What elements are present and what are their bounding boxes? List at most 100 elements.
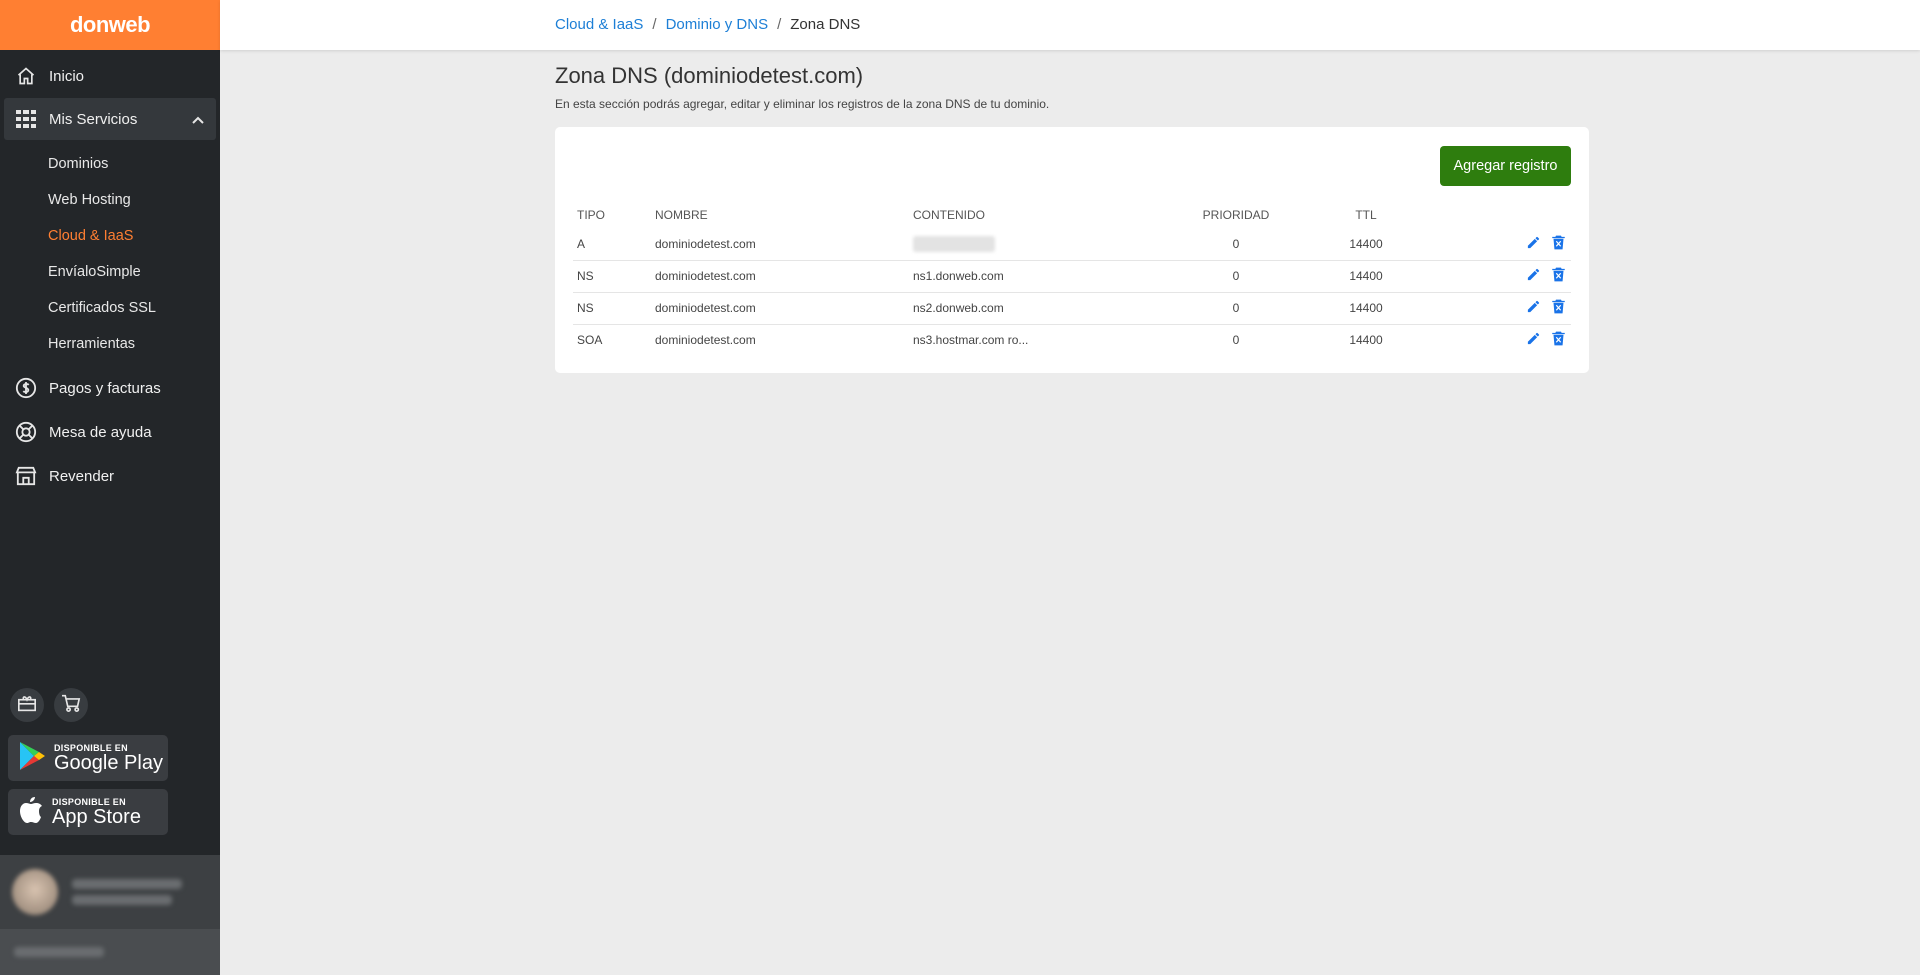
breadcrumb-link-cloud-iaas[interactable]: Cloud & IaaS (555, 16, 643, 33)
sidebar-item-label: Revender (49, 467, 115, 485)
breadcrumb-link-dominio-dns[interactable]: Dominio y DNS (666, 16, 769, 33)
edit-icon[interactable] (1526, 299, 1541, 317)
gift-icon (17, 694, 37, 717)
page-title: Zona DNS (dominiodetest.com) (555, 63, 864, 88)
sidebar: donweb Inicio Mis Servicios Dominios Web… (0, 0, 220, 975)
cell-type: NS (573, 292, 651, 325)
cell-priority: 0 (1171, 292, 1301, 325)
edit-icon[interactable] (1526, 235, 1541, 253)
app-store-big-text: App Store (52, 806, 141, 828)
delete-icon[interactable] (1552, 235, 1565, 253)
user-profile[interactable] (0, 855, 220, 929)
sidebar-item-envialosimple[interactable]: EnvíaloSimple (0, 254, 220, 290)
breadcrumb-current: Zona DNS (790, 16, 861, 33)
app-store-button[interactable]: DISPONIBLE EN App Store (8, 789, 168, 835)
cell-content: ns1.donweb.com (909, 260, 1171, 293)
sidebar-item-mesa-ayuda[interactable]: Mesa de ayuda (0, 412, 220, 452)
delete-icon[interactable] (1552, 299, 1565, 317)
cell-ttl: 14400 (1349, 333, 1383, 348)
cell-name: dominiodetest.com (651, 292, 909, 325)
col-header-nombre: NOMBRE (655, 208, 708, 222)
google-play-big-text: Google Play (54, 752, 163, 774)
edit-icon[interactable] (1526, 267, 1541, 285)
cell-content: ns3.hostmar.com ro... (913, 333, 1029, 348)
cell-type: SOA (577, 333, 603, 348)
sidebar-item-revender[interactable]: Revender (0, 456, 220, 496)
breadcrumb-separator: / (652, 16, 657, 33)
cell-name: dominiodetest.com (651, 228, 909, 261)
cell-ttl: 14400 (1301, 260, 1431, 293)
sidebar-item-pagos-facturas[interactable]: Pagos y facturas (0, 368, 220, 408)
cell-content (909, 228, 1171, 261)
cart-icon (61, 694, 81, 717)
store-icon (14, 464, 38, 488)
delete-icon[interactable] (1552, 331, 1565, 349)
cell-actions (1431, 292, 1571, 325)
account-info-redacted (14, 947, 104, 957)
sidebar-item-web-hosting[interactable]: Web Hosting (0, 182, 220, 218)
cell-name: dominiodetest.com (651, 260, 909, 293)
sidebar-item-herramientas[interactable]: Herramientas (0, 326, 220, 362)
gift-button[interactable] (10, 688, 44, 722)
table-header-row: TIPO NOMBRE CONTENIDO PRIORIDAD TTL (573, 202, 1571, 228)
sidebar-item-inicio[interactable]: Inicio (0, 56, 220, 96)
cell-actions (1431, 324, 1571, 356)
breadcrumb: Cloud & IaaS / Dominio y DNS / Zona DNS (555, 16, 860, 33)
avatar (12, 869, 58, 915)
apple-icon (18, 795, 44, 830)
services-submenu: Dominios Web Hosting Cloud & IaaS Envíal… (0, 142, 220, 368)
grid-icon (14, 107, 38, 131)
sidebar-item-dominios[interactable]: Dominios (0, 146, 220, 182)
chevron-up-icon[interactable] (192, 111, 204, 128)
sidebar-group-mis-servicios[interactable]: Mis Servicios (4, 98, 216, 140)
sidebar-item-cloud-iaas[interactable]: Cloud & IaaS (0, 218, 220, 254)
cell-type: NS (573, 260, 651, 293)
page-description: En esta sección podrás agregar, editar y… (555, 97, 1050, 111)
cell-priority: 0 (1171, 228, 1301, 261)
google-play-button[interactable]: DISPONIBLE EN Google Play (8, 735, 168, 781)
logo-bar[interactable]: donweb (0, 0, 220, 50)
quick-actions (10, 688, 88, 722)
col-header-contenido: CONTENIDO (913, 208, 985, 222)
main-content: Zona DNS (dominiodetest.com) En esta sec… (555, 63, 1589, 373)
google-play-icon (18, 741, 46, 776)
sidebar-item-label: Mesa de ayuda (49, 423, 152, 441)
cell-priority: 0 (1171, 260, 1301, 293)
edit-icon[interactable] (1526, 331, 1541, 349)
topbar: Cloud & IaaS / Dominio y DNS / Zona DNS (220, 0, 1920, 50)
breadcrumb-separator: / (777, 16, 782, 33)
cell-ttl: 14400 (1301, 228, 1431, 261)
cell-priority: 0 (1232, 333, 1240, 348)
col-header-ttl: TTL (1355, 208, 1377, 222)
col-header-prioridad: PRIORIDAD (1202, 208, 1270, 222)
table-row: NS dominiodetest.com ns1.donweb.com 0 14… (573, 260, 1571, 293)
cell-content: ns2.donweb.com (909, 292, 1171, 325)
cart-button[interactable] (54, 688, 88, 722)
table-row: NS dominiodetest.com ns2.donweb.com 0 14… (573, 292, 1571, 325)
cell-actions (1431, 228, 1571, 261)
lifebuoy-icon (14, 420, 38, 444)
cell-ttl: 14400 (1301, 292, 1431, 325)
col-header-tipo: TIPO (577, 208, 606, 222)
table-row: SOA dominiodetest.com ns3.hostmar.com ro… (573, 324, 1571, 356)
account-footer[interactable] (0, 929, 220, 975)
cell-actions (1431, 260, 1571, 293)
sidebar-item-label: Inicio (49, 67, 85, 85)
add-record-button[interactable]: Agregar registro (1440, 146, 1571, 186)
user-info-redacted (72, 873, 182, 911)
cell-type: A (573, 228, 651, 261)
sidebar-nav: Inicio Mis Servicios Dominios Web Hostin… (0, 50, 220, 496)
delete-icon[interactable] (1552, 267, 1565, 285)
dollar-icon (14, 376, 38, 400)
sidebar-group-label: Mis Servicios (49, 110, 138, 128)
home-icon (14, 64, 38, 88)
brand-logo[interactable]: donweb (70, 12, 151, 38)
content-redacted (913, 235, 995, 252)
cell-name: dominiodetest.com (655, 333, 756, 348)
dns-records-table: TIPO NOMBRE CONTENIDO PRIORIDAD TTL A do… (573, 202, 1571, 356)
dns-records-card: Agregar registro TIPO NOMBRE CONTENIDO P… (555, 127, 1589, 373)
sidebar-item-label: Pagos y facturas (49, 379, 161, 397)
table-row: A dominiodetest.com 0 14400 (573, 228, 1571, 261)
sidebar-item-certificados-ssl[interactable]: Certificados SSL (0, 290, 220, 326)
col-header-actions (1431, 202, 1571, 228)
